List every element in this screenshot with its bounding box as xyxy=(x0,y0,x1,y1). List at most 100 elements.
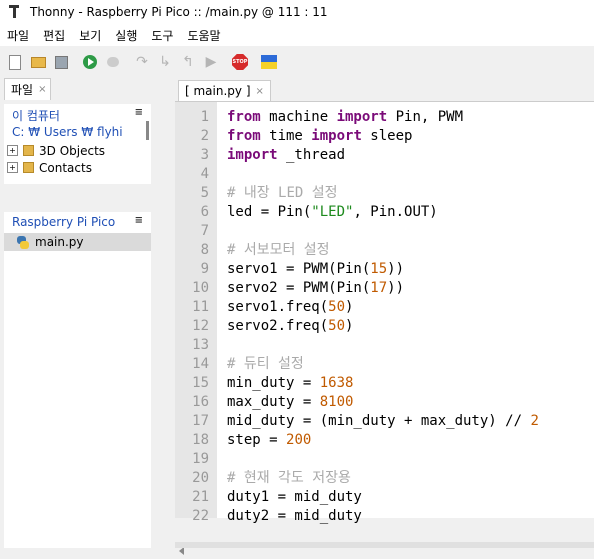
close-icon[interactable]: × xyxy=(256,86,264,97)
run-icon[interactable] xyxy=(81,53,99,71)
code-line[interactable]: 9 servo1 = PWM(Pin(15)) xyxy=(175,260,539,279)
code-line[interactable]: 5 # 내장 LED 설정 xyxy=(175,184,539,203)
line-number: 8 xyxy=(200,242,209,258)
code-token: , Pin.OUT) xyxy=(353,204,438,220)
code-line[interactable]: 7 xyxy=(175,222,539,241)
code-line[interactable]: 8 # 서보모터 설정 xyxy=(175,241,539,260)
line-number: 12 xyxy=(192,318,209,334)
code-lines[interactable]: 1 from machine import Pin, PWM 2 from time … xyxy=(175,108,539,526)
stop-icon[interactable]: STOP xyxy=(231,53,249,71)
close-icon[interactable]: × xyxy=(38,84,46,95)
code-token: machine xyxy=(260,109,337,125)
menu-icon[interactable]: ≡ xyxy=(135,215,143,226)
code-text: servo2 = PWM(Pin(17)) xyxy=(217,279,404,298)
list-item[interactable]: + Contacts xyxy=(4,159,151,176)
code-line[interactable]: 4 xyxy=(175,165,539,184)
code-line[interactable]: 3 import _thread xyxy=(175,146,539,165)
window-title: Thonny - Raspberry Pi Pico :: /main.py @… xyxy=(30,5,328,19)
code-token: # 현재 각도 저장용 xyxy=(227,470,351,486)
thonny-logo-icon xyxy=(8,5,22,19)
expand-icon[interactable]: + xyxy=(7,145,18,156)
code-token: servo1 = PWM(Pin( xyxy=(227,261,371,277)
code-line[interactable]: 13 xyxy=(175,336,539,355)
menu-tools[interactable]: 도구 xyxy=(144,27,180,44)
code-line[interactable]: 14 # 듀티 설정 xyxy=(175,355,539,374)
code-text: servo1 = PWM(Pin(15)) xyxy=(217,260,404,279)
step-over-icon[interactable]: ↷ xyxy=(133,53,151,71)
code-line[interactable]: 20 # 현재 각도 저장용 xyxy=(175,469,539,488)
line-number: 21 xyxy=(192,489,209,505)
code-token: 50 xyxy=(328,299,346,315)
menu-view[interactable]: 보기 xyxy=(72,27,108,44)
list-item[interactable]: + 3D Objects xyxy=(4,142,151,159)
code-line[interactable]: 17 mid_duty = (min_duty + max_duty) // 2 xyxy=(175,412,539,431)
line-number: 18 xyxy=(192,432,209,448)
tab-main-py[interactable]: [ main.py ] × xyxy=(178,80,271,101)
code-token: duty2 = mid_duty xyxy=(227,508,362,524)
code-line[interactable]: 2 from time import sleep xyxy=(175,127,539,146)
status-strip xyxy=(175,542,594,548)
menu-edit[interactable]: 편집 xyxy=(36,27,72,44)
line-number: 19 xyxy=(192,451,209,467)
code-line[interactable]: 12 servo2.freq(50) xyxy=(175,317,539,336)
code-token: _thread xyxy=(277,147,346,163)
code-token: Pin, PWM xyxy=(387,109,464,125)
menu-icon[interactable]: ≡ xyxy=(135,107,143,118)
menu-bar: 파일 편집 보기 실행 도구 도움말 xyxy=(0,24,594,46)
code-token: min_duty = xyxy=(227,375,320,391)
resume-icon[interactable]: ▶ xyxy=(202,53,220,71)
code-token: import xyxy=(227,147,278,163)
folder-name: 3D Objects xyxy=(39,143,106,158)
save-icon[interactable] xyxy=(52,53,70,71)
code-token: max_duty = xyxy=(227,394,320,410)
code-line[interactable]: 11 servo1.freq(50) xyxy=(175,298,539,317)
ukraine-flag-icon[interactable] xyxy=(260,53,278,71)
code-line[interactable]: 15 min_duty = 1638 xyxy=(175,374,539,393)
code-token: sleep xyxy=(361,128,413,144)
line-number: 16 xyxy=(192,394,209,410)
line-number: 13 xyxy=(192,337,209,353)
folder-icon xyxy=(23,162,34,173)
list-item[interactable]: main.py xyxy=(4,233,151,251)
code-text: from time import sleep xyxy=(217,127,412,146)
code-line[interactable]: 6 led = Pin("LED", Pin.OUT) xyxy=(175,203,539,222)
code-editor[interactable]: 1 from machine import Pin, PWM 2 from time … xyxy=(175,101,594,559)
code-line[interactable]: 16 max_duty = 8100 xyxy=(175,393,539,412)
line-number: 4 xyxy=(200,166,209,182)
scroll-left-icon[interactable] xyxy=(179,547,184,555)
code-line[interactable]: 21 duty1 = mid_duty xyxy=(175,488,539,507)
code-token: ) xyxy=(345,318,354,334)
line-number: 10 xyxy=(192,280,209,296)
code-token: servo1.freq( xyxy=(227,299,329,315)
local-path[interactable]: C: ₩ Users ₩ flyhi xyxy=(4,124,151,142)
code-token: 8100 xyxy=(319,394,354,410)
code-line[interactable]: 18 step = 200 xyxy=(175,431,539,450)
code-line[interactable]: 10 servo2 = PWM(Pin(17)) xyxy=(175,279,539,298)
new-file-icon[interactable] xyxy=(6,53,24,71)
scrollbar[interactable] xyxy=(146,121,149,140)
code-token: )) xyxy=(387,280,405,296)
code-line[interactable]: 22 duty2 = mid_duty xyxy=(175,507,539,526)
code-line[interactable]: 19 xyxy=(175,450,539,469)
code-line[interactable]: 1 from machine import Pin, PWM xyxy=(175,108,539,127)
code-token: step = xyxy=(227,432,287,448)
step-into-icon[interactable]: ↳ xyxy=(156,53,174,71)
menu-help[interactable]: 도움말 xyxy=(180,27,227,44)
open-folder-icon[interactable] xyxy=(29,53,47,71)
debug-icon[interactable] xyxy=(104,53,122,71)
step-out-icon[interactable]: ↰ xyxy=(179,53,197,71)
expand-icon[interactable]: + xyxy=(7,162,18,173)
code-token: 1638 xyxy=(319,375,354,391)
line-number: 9 xyxy=(200,261,209,277)
code-text: mid_duty = (min_duty + max_duty) // 2 xyxy=(217,412,539,431)
menu-file[interactable]: 파일 xyxy=(0,27,36,44)
tab-files[interactable]: 파일 × xyxy=(4,78,52,100)
line-number: 5 xyxy=(200,185,209,201)
line-number: 2 xyxy=(200,128,209,144)
code-text: max_duty = 8100 xyxy=(217,393,353,412)
menu-run[interactable]: 실행 xyxy=(108,27,144,44)
editor-area: [ main.py ] × 1 from machine import Pin, … xyxy=(175,78,594,559)
